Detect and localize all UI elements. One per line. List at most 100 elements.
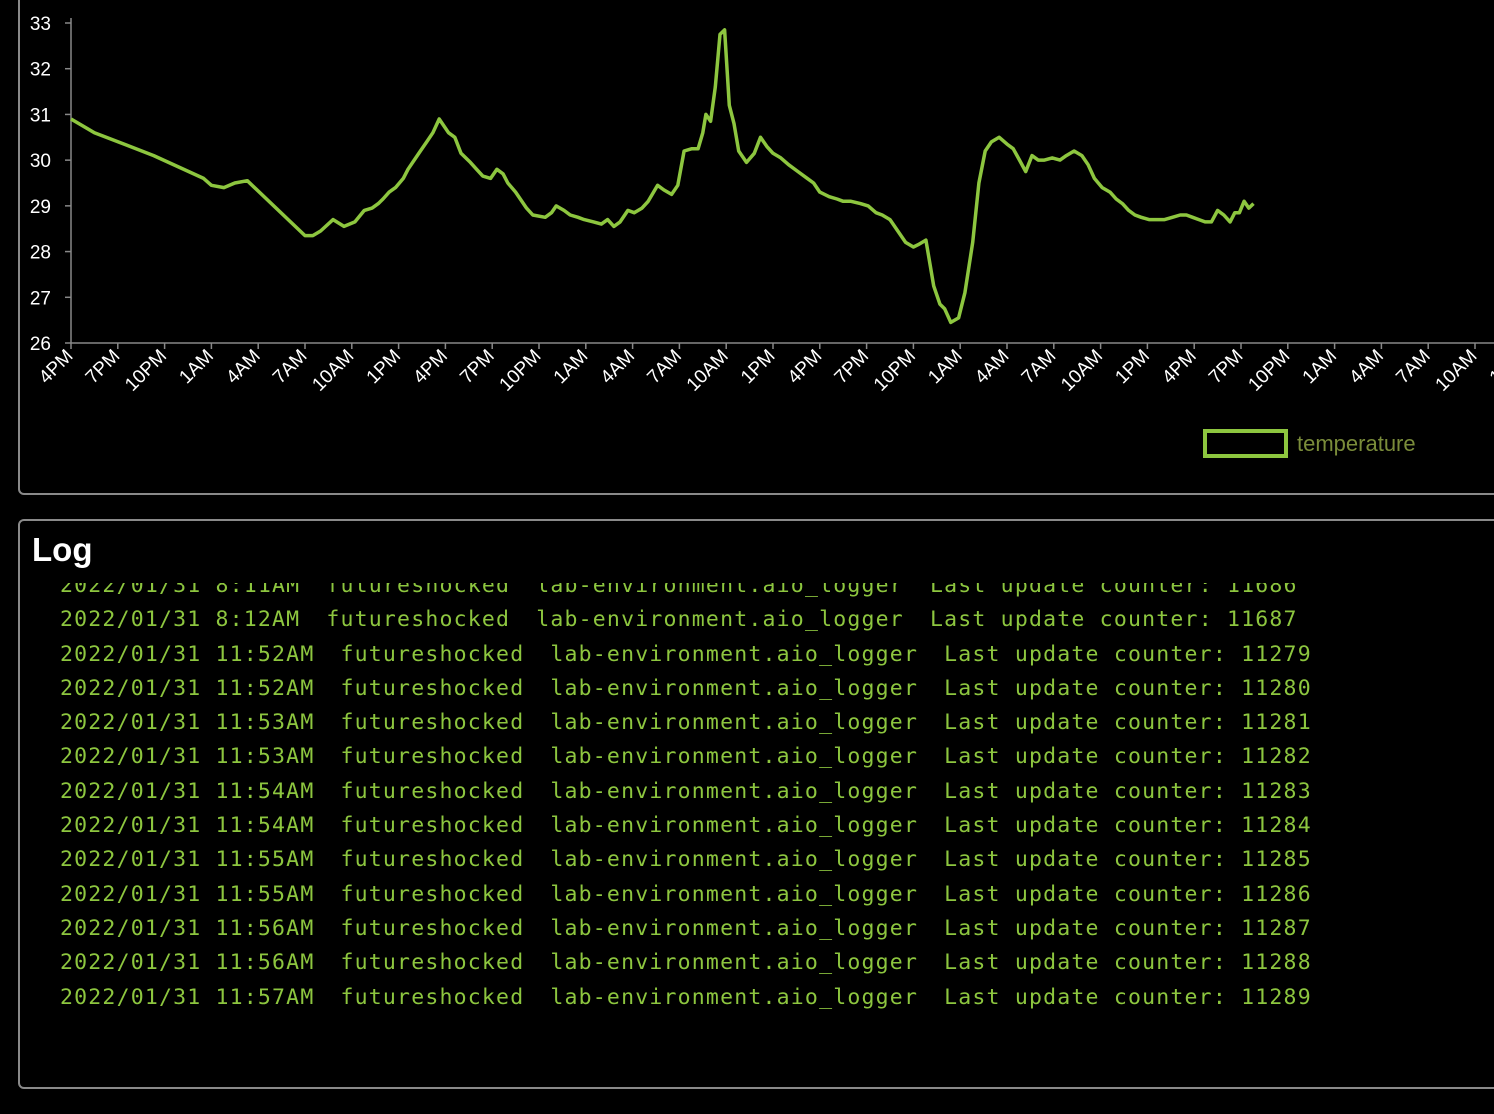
log-line: 2022/01/31 11:57AM futureshocked lab-enviro…	[60, 981, 1312, 1015]
y-tick-label: 27	[30, 288, 51, 309]
x-tick-label: 4AM	[1345, 346, 1387, 388]
log-time: 11:57AM	[215, 984, 315, 1010]
log-line: 2022/01/31 8:12AM futureshocked lab-environ…	[60, 603, 1312, 637]
log-feed: lab-environment.aio_logger	[550, 847, 919, 873]
temperature-line[interactable]	[70, 28, 1255, 325]
log-feed: lab-environment.aio_logger	[550, 710, 919, 736]
log-feed: lab-environment.aio_logger	[550, 950, 919, 976]
log-panel[interactable]: Log 2022/01/31 8:11AM futureshocked lab-env…	[18, 519, 1494, 1089]
legend-label: temperature	[1297, 431, 1416, 456]
x-tick-label: 4AM	[597, 346, 639, 388]
log-user: futureshocked	[326, 583, 511, 598]
x-tick-label: 1AM	[175, 346, 217, 388]
log-message: Last update counter: 11282	[944, 744, 1312, 770]
log-message: Last update counter: 11687	[929, 607, 1298, 633]
log-feed: lab-environment.aio_logger	[550, 915, 919, 941]
x-tick-label: 4PM	[409, 346, 451, 388]
log-line: 2022/01/31 11:56AM futureshocked lab-enviro…	[60, 946, 1312, 980]
log-line: 2022/01/31 8:11AM futureshocked lab-environ…	[60, 583, 1312, 603]
log-user: futureshocked	[340, 744, 525, 770]
log-message: Last update counter: 11281	[944, 710, 1312, 736]
log-message: Last update counter: 11686	[929, 583, 1298, 598]
log-date: 2022/01/31	[60, 710, 202, 736]
log-date: 2022/01/31	[60, 607, 202, 633]
log-time: 11:55AM	[215, 847, 315, 873]
log-user: futureshocked	[326, 607, 511, 633]
x-tick-label: 7PM	[1205, 346, 1247, 388]
log-feed: lab-environment.aio_logger	[550, 641, 919, 667]
log-date: 2022/01/31	[60, 915, 202, 941]
log-feed: lab-environment.aio_logger	[550, 813, 919, 839]
log-feed: lab-environment.aio_logger	[536, 583, 904, 598]
log-time: 11:56AM	[215, 915, 315, 941]
x-tick-label: 7AM	[643, 346, 685, 388]
x-tick-label: 4PM	[784, 346, 826, 388]
log-time: 8:12AM	[215, 607, 301, 633]
x-tick-label: 7PM	[831, 346, 873, 388]
chart-legend[interactable]: temperature	[1203, 429, 1416, 458]
x-tick-label: 4AM	[222, 346, 264, 388]
log-time: 11:54AM	[215, 778, 315, 804]
log-user: futureshocked	[340, 881, 525, 907]
y-tick-label: 33	[30, 14, 51, 35]
log-line: 2022/01/31 11:55AM futureshocked lab-enviro…	[60, 843, 1312, 877]
chart-axes	[70, 18, 1494, 344]
log-feed: lab-environment.aio_logger	[550, 675, 919, 701]
log-user: futureshocked	[340, 813, 525, 839]
log-list[interactable]: 2022/01/31 8:11AM futureshocked lab-environ…	[60, 583, 1494, 1023]
x-tick-label: 1PM	[1486, 346, 1494, 388]
log-user: futureshocked	[340, 710, 525, 736]
log-date: 2022/01/31	[60, 950, 202, 976]
log-message: Last update counter: 11280	[944, 675, 1312, 701]
log-scroll-content: 2022/01/31 8:11AM futureshocked lab-environ…	[60, 583, 1312, 1015]
x-tick-label: 10AM	[1432, 346, 1482, 396]
log-message: Last update counter: 11279	[944, 641, 1312, 667]
log-message: Last update counter: 11287	[944, 915, 1312, 941]
log-message: Last update counter: 11286	[944, 881, 1312, 907]
log-feed: lab-environment.aio_logger	[550, 984, 919, 1010]
log-feed: lab-environment.aio_logger	[550, 778, 919, 804]
log-user: futureshocked	[340, 641, 525, 667]
x-tick-label: 10PM	[870, 346, 920, 396]
log-message: Last update counter: 11289	[944, 984, 1312, 1010]
log-time: 11:55AM	[215, 881, 315, 907]
legend-swatch	[1203, 429, 1288, 458]
x-tick-label: 10PM	[496, 346, 546, 396]
log-user: futureshocked	[340, 984, 525, 1010]
log-date: 2022/01/31	[60, 641, 202, 667]
x-tick-label: 1PM	[1111, 346, 1153, 388]
x-tick-label: 4AM	[971, 346, 1013, 388]
log-date: 2022/01/31	[60, 744, 202, 770]
x-tick-label: 10PM	[121, 346, 171, 396]
log-line: 2022/01/31 11:55AM futureshocked lab-enviro…	[60, 878, 1312, 912]
log-date: 2022/01/31	[60, 813, 202, 839]
x-tick-label: 1AM	[1299, 346, 1341, 388]
log-user: futureshocked	[340, 915, 525, 941]
log-line: 2022/01/31 11:53AM futureshocked lab-enviro…	[60, 740, 1312, 774]
temperature-chart: 2627282930313233 4PM 7PM10PM 1AM 4AM 7AM10AM…	[30, 14, 1494, 458]
x-tick-label: 1AM	[550, 346, 592, 388]
log-user: futureshocked	[340, 950, 525, 976]
y-tick-label: 32	[30, 60, 51, 81]
log-title: Log	[32, 531, 93, 568]
x-tick-label: 7AM	[1018, 346, 1060, 388]
x-tick-label: 7PM	[456, 346, 498, 388]
x-tick-label: 1PM	[737, 346, 779, 388]
x-tick-label: 10AM	[308, 346, 358, 396]
x-tick-label: 1PM	[363, 346, 405, 388]
log-line: 2022/01/31 11:56AM futureshocked lab-enviro…	[60, 912, 1312, 946]
x-tick-label: 10PM	[1244, 346, 1294, 396]
log-time: 11:56AM	[215, 950, 315, 976]
x-tick-label: 10AM	[1057, 346, 1107, 396]
log-date: 2022/01/31	[60, 847, 202, 873]
x-tick-label: 1AM	[924, 346, 966, 388]
log-time: 11:52AM	[215, 641, 315, 667]
log-line: 2022/01/31 11:52AM futureshocked lab-enviro…	[60, 638, 1312, 672]
log-feed: lab-environment.aio_logger	[550, 744, 919, 770]
y-tick-label: 29	[30, 197, 51, 218]
log-date: 2022/01/31	[60, 881, 202, 907]
log-date: 2022/01/31	[60, 778, 202, 804]
log-feed: lab-environment.aio_logger	[536, 607, 904, 633]
x-tick-label: 10AM	[683, 346, 733, 396]
log-user: futureshocked	[340, 675, 525, 701]
